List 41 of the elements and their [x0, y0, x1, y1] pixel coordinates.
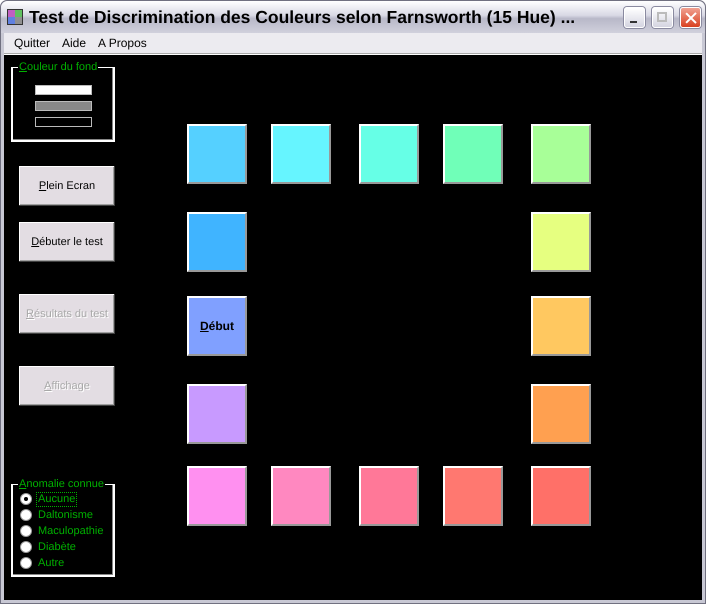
minimize-button[interactable]	[624, 6, 645, 28]
color-cap[interactable]	[359, 466, 419, 526]
color-cap[interactable]	[187, 124, 247, 184]
menu-item[interactable]: Quitter	[8, 36, 56, 50]
menu-item[interactable]: A Propos	[92, 36, 153, 50]
color-cap[interactable]	[531, 296, 591, 356]
color-cap[interactable]: Début	[187, 296, 247, 356]
background-swatch[interactable]	[34, 85, 92, 95]
color-cap[interactable]	[187, 466, 247, 526]
radio-label[interactable]: Daltonisme	[36, 508, 96, 522]
group-legend: Anomalie connue	[18, 477, 106, 491]
group-legend: Couleur du fond	[18, 60, 98, 74]
radio-button[interactable]	[20, 541, 32, 553]
color-cap[interactable]	[443, 124, 503, 184]
menu-item[interactable]: Aide	[56, 36, 92, 50]
radio-button[interactable]	[20, 509, 32, 521]
color-cap[interactable]	[187, 212, 247, 272]
window-title: Test de Discrimination des Couleurs selon Farnsworth (15 Hue) ...	[29, 6, 576, 28]
color-cap[interactable]	[187, 384, 247, 444]
app-icon	[7, 9, 23, 25]
maximize-button[interactable]	[652, 6, 673, 28]
radio-label[interactable]: Maculopathie	[36, 524, 106, 538]
color-cap[interactable]	[271, 124, 331, 184]
color-cap[interactable]	[271, 466, 331, 526]
color-cap[interactable]	[359, 124, 419, 184]
background-swatch[interactable]	[34, 117, 92, 127]
radio-button[interactable]	[20, 525, 32, 537]
color-cap[interactable]	[531, 384, 591, 444]
radio-button[interactable]	[20, 557, 32, 569]
background-swatch[interactable]	[34, 101, 92, 111]
radio-label[interactable]: Diabète	[36, 540, 78, 554]
radio-button[interactable]	[20, 493, 32, 505]
color-cap[interactable]	[531, 124, 591, 184]
action-button[interactable]: Plein Ecran	[19, 166, 115, 206]
color-cap[interactable]	[531, 212, 591, 272]
color-cap[interactable]	[531, 466, 591, 526]
color-cap[interactable]	[443, 466, 503, 526]
close-button[interactable]	[680, 6, 701, 28]
radio-label[interactable]: Autre	[36, 556, 66, 570]
action-button[interactable]: Débuter le test	[19, 222, 115, 262]
radio-label[interactable]: Aucune	[36, 492, 78, 506]
